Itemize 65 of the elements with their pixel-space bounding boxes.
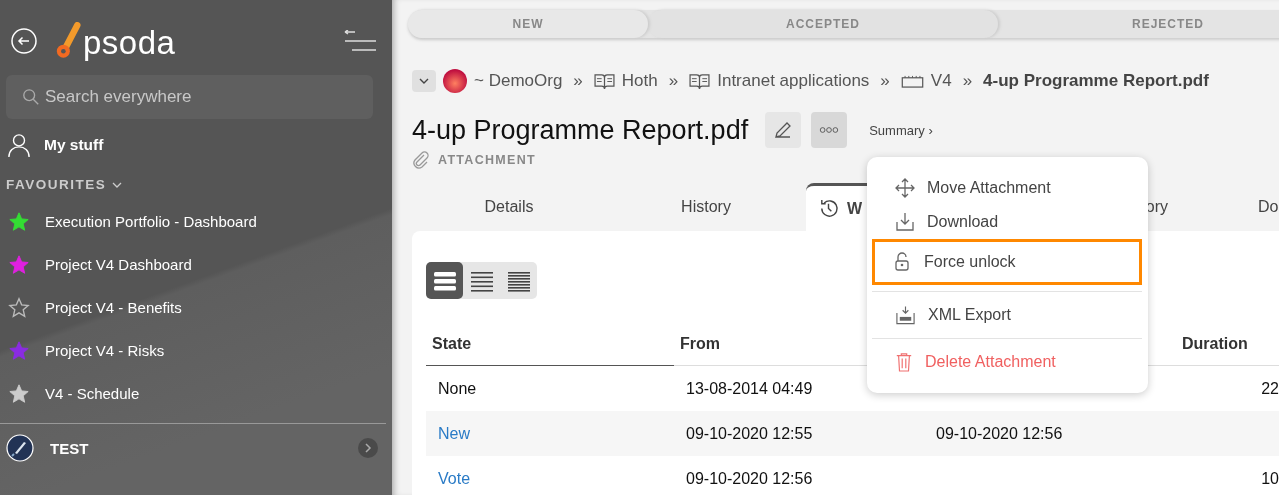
chevron-down-icon[interactable] <box>112 181 123 188</box>
tab[interactable]: History <box>606 183 806 231</box>
favourite-item[interactable]: Execution Portfolio - Dashboard <box>0 200 392 243</box>
breadcrumb-separator: » <box>880 71 890 91</box>
chevron-down-icon <box>419 78 429 84</box>
paperclip-icon <box>412 151 430 169</box>
history-icon <box>818 198 839 219</box>
user-icon <box>8 133 30 157</box>
table-cell: 09-10-2020 12:56 <box>936 424 1063 442</box>
org-avatar <box>443 69 467 93</box>
back-icon[interactable] <box>11 28 37 54</box>
book-icon <box>689 72 711 90</box>
column-header[interactable]: Duration <box>1182 335 1248 352</box>
breadcrumb-link[interactable]: Intranet applications <box>717 71 870 91</box>
unlock-icon <box>892 252 912 272</box>
table-cell: 10 <box>1261 469 1279 487</box>
favourite-item[interactable]: Project V4 Dashboard <box>0 243 392 286</box>
column-header[interactable]: State <box>432 335 472 352</box>
breadcrumb-link[interactable]: V4 <box>930 71 952 91</box>
workspace-item[interactable]: TEST <box>0 434 392 462</box>
table-cell: 09-10-2020 12:56 <box>686 469 813 487</box>
move-arrows-icon <box>895 178 915 198</box>
breadcrumb-dropdown[interactable] <box>412 70 436 92</box>
breadcrumb-link[interactable]: 4-up Programme Report.pdf <box>983 71 1209 91</box>
page-title: 4-up Programme Report.pdf <box>412 114 749 146</box>
table-cell: None <box>438 379 477 397</box>
tab[interactable]: Do <box>1170 183 1279 231</box>
breadcrumb-link[interactable]: Hoth <box>621 71 658 91</box>
trash-icon <box>895 352 913 372</box>
compact-list-icon <box>506 269 531 292</box>
favourite-item[interactable]: Project V4 - Benefits <box>0 286 392 329</box>
breadcrumb-separator: » <box>573 71 583 91</box>
menu-item[interactable]: Force unlock <box>872 239 1142 285</box>
search-field[interactable]: Search everywhere <box>6 75 373 119</box>
breadcrumb-separator: » <box>962 71 973 91</box>
state-link[interactable]: New <box>438 424 470 442</box>
table-cell: 09-10-2020 12:55 <box>686 424 813 442</box>
logo-text: psoda <box>83 26 176 60</box>
book-icon <box>593 72 615 90</box>
favourite-item[interactable]: Project V4 - Risks <box>0 329 392 372</box>
menu-item[interactable]: XML Export <box>872 298 1142 332</box>
state-link[interactable]: Vote <box>438 469 471 487</box>
table-cell: 13-08-2014 04:49 <box>686 379 813 397</box>
breadcrumb-separator: » <box>668 71 679 91</box>
compact-list-icon <box>469 269 494 292</box>
download-icon <box>895 212 915 232</box>
table-cell: 22 <box>1261 379 1279 397</box>
favourites-heading[interactable]: FAVOURITES <box>6 177 107 192</box>
xml-file-icon <box>895 305 916 325</box>
breadcrumb-link[interactable]: ~ DemoOrg <box>474 71 563 91</box>
search-icon <box>22 88 40 106</box>
my-stuff-link[interactable]: My stuff <box>0 119 392 157</box>
ellipsis-icon <box>819 126 840 134</box>
type-label: ATTACHMENT <box>438 153 536 167</box>
folder-icon <box>900 74 924 88</box>
list-view-icon <box>432 269 457 292</box>
logo-icon <box>55 22 81 60</box>
view-mode-button[interactable] <box>426 262 463 299</box>
tab[interactable]: Details <box>412 183 606 231</box>
column-header[interactable]: From <box>680 335 720 352</box>
edit-button[interactable] <box>765 112 802 148</box>
more-options-button[interactable] <box>811 112 848 148</box>
collapse-menu-icon[interactable] <box>344 30 376 52</box>
favourite-item[interactable]: V4 - Schedule <box>0 372 392 415</box>
summary-link[interactable]: Summary › <box>869 122 933 138</box>
